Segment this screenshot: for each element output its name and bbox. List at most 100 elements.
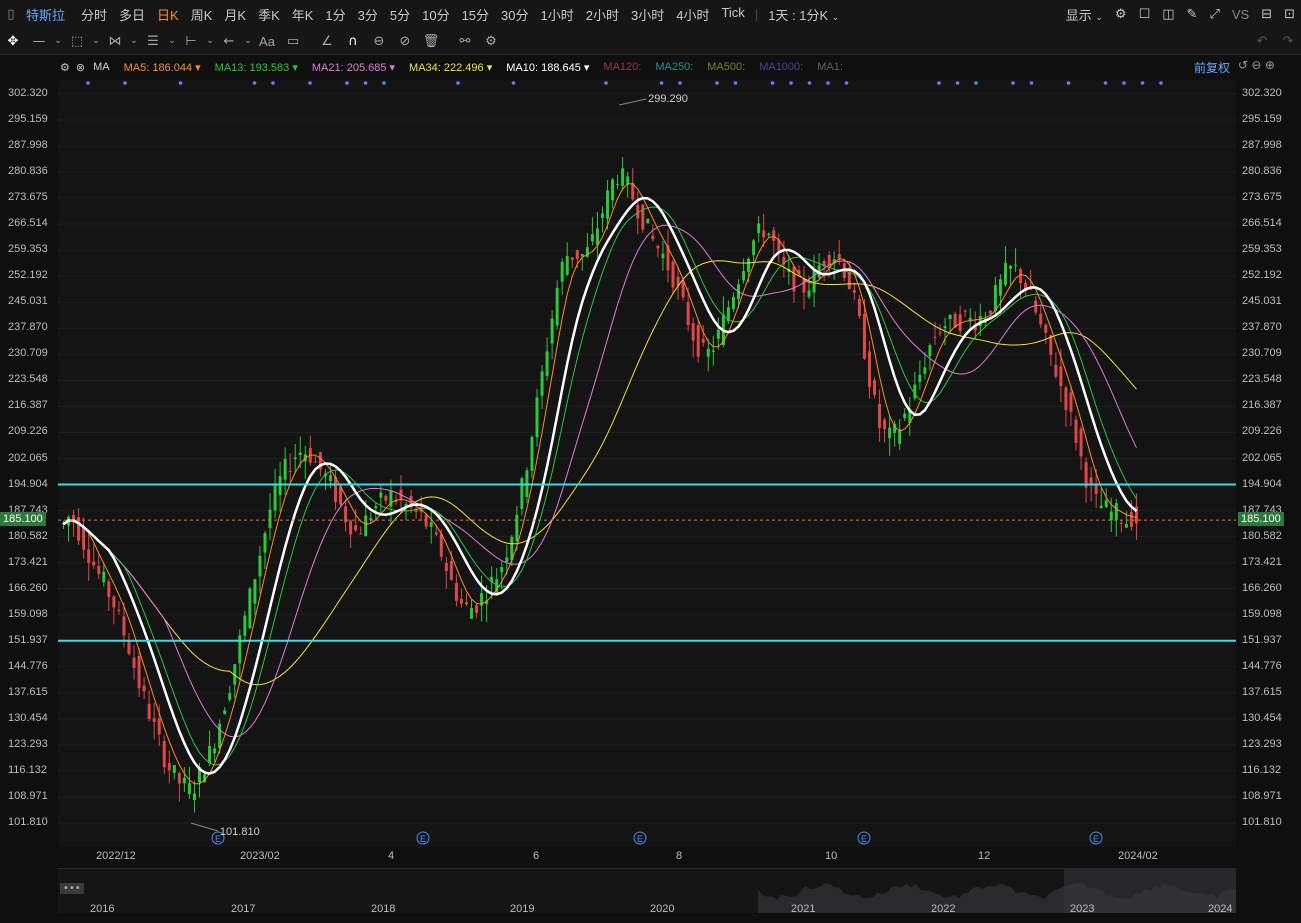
candle-body [374,506,378,509]
bookmark-icon[interactable]: ⊟ [1255,7,1278,22]
link-icon[interactable]: ⚯ [452,34,478,49]
comment-icon[interactable]: ▭ [280,34,306,49]
chevron-down-icon[interactable]: ⌄ [128,36,140,46]
earnings-marker-label: E [420,834,426,844]
timeframe-10[interactable]: 10分 [416,5,455,24]
ma-item-6[interactable]: MA120: [603,61,641,74]
timeframe-11[interactable]: 15分 [456,5,495,24]
close-icon[interactable]: ⊗ [76,61,85,74]
timeframe-7[interactable]: 1分 [319,5,351,24]
ma-item-7[interactable]: MA250: [655,61,693,74]
timeframe-6[interactable]: 年K [286,5,320,24]
event-dot [123,81,127,85]
timeframe-13[interactable]: 1小时 [535,5,580,24]
ma-item-9[interactable]: MA1000: [759,61,803,74]
candle-body [268,509,272,528]
candle-body [97,565,101,574]
candle-body [606,190,610,219]
candle-body [767,233,771,236]
candlestick-chart[interactable]: E E E E E 299.290 101.810 [58,80,1236,847]
event-dot [733,81,738,85]
timeframe-15[interactable]: 3小时 [625,5,670,24]
timeframe-4[interactable]: 月K [218,5,252,24]
ma-item-4[interactable]: MA34: 222.496 ▾ [409,61,492,74]
candle-body [812,269,816,293]
timeframe-5[interactable]: 季K [252,5,286,24]
timeframe-1[interactable]: 多日 [113,5,151,24]
candle-body [1129,512,1133,527]
candle-body [505,557,509,563]
pattern-tool-icon[interactable]: ⋈ [102,34,128,49]
event-dot [1159,81,1163,85]
reset-icon[interactable]: ↺ [1238,58,1248,72]
chevron-down-icon[interactable]: ⌄ [52,36,64,46]
trash-icon[interactable]: 🗑 [418,34,444,49]
layout-icon[interactable]: ☐ [1133,7,1157,22]
timeframe-bar: ▯ 特斯拉 分时 多日 日K 周K 月K 季K 年K 1分 3分 5分 10分 15分 30分 1小时 2小… [0,0,1301,29]
sidebar-toggle-icon[interactable]: ▯ [0,7,22,22]
chevron-down-icon[interactable]: ⌄ [242,36,254,46]
navigator-handle-icon[interactable]: ••• [60,883,84,894]
candle-body [1064,387,1068,411]
ma-item-1[interactable]: MA5: 186.044 ▾ [124,61,201,74]
timeframe-9[interactable]: 5分 [384,5,416,24]
plus-icon[interactable]: ⊕ [1265,58,1275,72]
compare-button[interactable]: VS [1226,7,1255,22]
ma-item-8[interactable]: MA500: [707,61,745,74]
candle-body [807,290,811,297]
timeframe-16[interactable]: 4小时 [670,5,715,24]
x-axis-label: 6 [533,850,540,862]
price-tick: 230.709 [1242,347,1282,360]
chevron-down-icon[interactable]: ⌄ [90,36,102,46]
lock-drawings-icon[interactable]: ⊖ [366,34,392,49]
hide-drawings-icon[interactable]: ⊘ [392,34,418,49]
magnet-icon[interactable]: ∩ [340,34,366,49]
candle-body [621,168,625,186]
candle-body [82,527,86,550]
pencil-icon[interactable]: ✎ [1181,7,1204,22]
settings-icon[interactable]: ⚙ [60,61,70,74]
candle-body [228,693,232,700]
redo-icon[interactable]: ↷ [1275,34,1301,49]
settings-icon[interactable]: ⚙ [478,34,504,49]
camera-icon[interactable]: ◫ [1156,7,1180,22]
settings-icon[interactable]: ⚙ [1109,7,1133,22]
minus-icon[interactable]: ⊖ [1251,58,1261,72]
fullscreen-icon[interactable]: ⤢ [1203,7,1225,22]
x-axis-label: 12 [978,850,991,862]
chevron-down-icon[interactable]: ⌄ [166,36,178,46]
close-panel-icon[interactable]: ⊡ [1278,7,1301,22]
ma-item-3[interactable]: MA21: 205.685 ▾ [312,61,395,74]
undo-icon[interactable]: ↶ [1249,34,1275,49]
candle-body [223,710,227,715]
nav-year-label: 2017 [231,903,256,915]
timeframe-14[interactable]: 2小时 [580,5,625,24]
timeframe-3[interactable]: 周K [185,5,219,24]
adjust-mode-button[interactable]: 前复权 [1194,59,1230,76]
timeframe-12[interactable]: 30分 [495,5,534,24]
fib-tool-icon[interactable]: ☰ [140,34,166,49]
timeframe-17[interactable]: Tick [715,5,750,24]
ma-item-2[interactable]: MA13: 193.583 ▾ [215,61,298,74]
chevron-down-icon[interactable]: ⌄ [204,36,216,46]
symbol-name[interactable]: 特斯拉 [22,5,75,24]
interval-select[interactable]: 1天 : 1分K ⌄ [762,5,845,24]
timeframe-0[interactable]: 分时 [75,5,113,24]
candle-body [107,581,111,597]
display-menu[interactable]: 显示 ⌄ [1060,5,1109,24]
ma-item-5[interactable]: MA10: 188.645 ▾ [506,61,589,74]
candle-body [711,350,715,352]
timeframe-2[interactable]: 日K [151,5,185,24]
shape-tool-icon[interactable]: ⬚ [64,34,90,49]
candle-body [1069,392,1073,412]
measure-tool-icon[interactable]: ⊢ [178,34,204,49]
move-icon[interactable]: ✥ [0,34,26,49]
text-tool-icon[interactable]: Aa [254,34,280,49]
timeframe-8[interactable]: 3分 [352,5,384,24]
candle-body [601,213,604,219]
ma-item-0[interactable]: MA [93,61,110,74]
ruler-icon[interactable]: ∠ [314,34,340,49]
ma-item-10[interactable]: MA1: [817,61,843,74]
arrow-tool-icon[interactable]: ← [216,34,242,49]
line-tool-icon[interactable]: — [26,34,52,49]
